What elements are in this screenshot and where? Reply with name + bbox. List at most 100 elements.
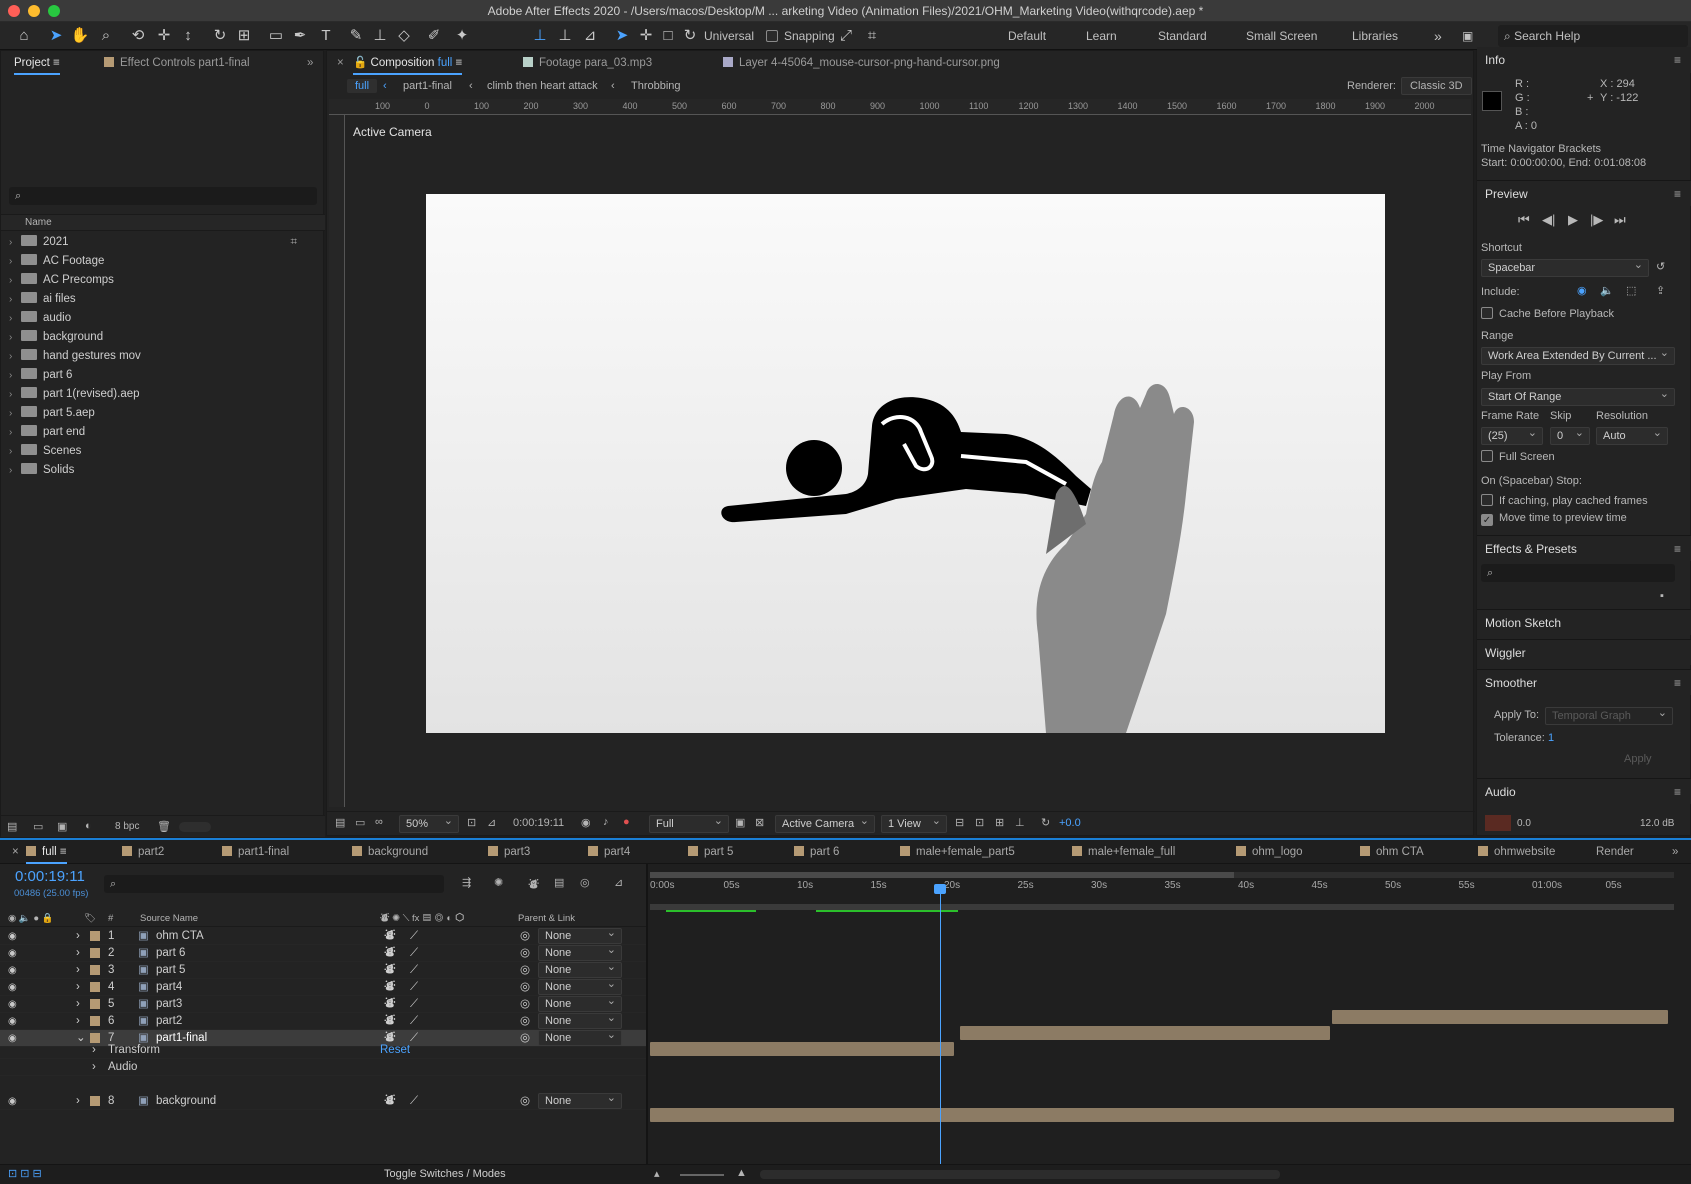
move-time-checkbox[interactable]: ✓ — [1481, 514, 1493, 526]
frame-blending-icon[interactable]: ▤ — [554, 876, 564, 889]
tab-ohm-cta[interactable]: ohm CTA — [1360, 840, 1424, 864]
expand-chevron-icon[interactable]: › — [76, 945, 80, 962]
new-composition-icon[interactable]: ▣ — [57, 820, 67, 833]
apply-to-select[interactable]: Temporal Graph — [1545, 705, 1673, 725]
pick-whip-icon[interactable]: ◎ — [520, 996, 530, 1013]
collapse-switch-icon[interactable]: ⟋ — [410, 928, 418, 945]
zoom-out-icon[interactable]: ▴ — [654, 1167, 660, 1180]
reset-shortcut-icon[interactable]: ↺ — [1656, 260, 1665, 273]
exposure-value[interactable]: +0.0 — [1059, 817, 1081, 829]
playhead-handle-icon[interactable] — [934, 884, 946, 894]
region-of-interest-icon[interactable]: ▣ — [735, 816, 745, 829]
world-axis-icon[interactable]: ⊥ — [555, 26, 575, 46]
effects-presets-header[interactable]: Effects & Presets ≡ — [1477, 535, 1691, 561]
always-preview-icon[interactable]: ▤ — [335, 816, 345, 829]
expand-chevron-icon[interactable]: › — [9, 328, 12, 347]
workspace-standard[interactable]: Standard — [1158, 22, 1207, 50]
frame-rate-select[interactable]: (25) — [1481, 425, 1543, 445]
breadcrumb-full[interactable]: full — [347, 79, 378, 93]
parent-select[interactable]: None — [538, 977, 622, 995]
breadcrumb-throbbing[interactable]: Throbbing — [631, 80, 681, 92]
tab-part3[interactable]: part3 — [488, 840, 530, 864]
shy-switch-icon[interactable]: ⛇ — [384, 945, 396, 962]
pick-whip-icon[interactable]: ◎ — [520, 945, 530, 962]
tab-background[interactable]: background — [352, 840, 428, 864]
project-item[interactable]: › Scenes — [9, 442, 319, 461]
snap-option-icon[interactable]: ⤢ — [836, 26, 856, 46]
rectangle-tool-icon[interactable]: ▭ — [266, 26, 286, 46]
include-video-icon[interactable]: ◉ — [1577, 284, 1587, 297]
rotate-icon[interactable]: ↻ — [680, 26, 700, 46]
play-icon[interactable]: ▶ — [1568, 212, 1578, 228]
resolution-select[interactable]: Full — [649, 813, 729, 833]
playhead[interactable] — [940, 888, 941, 1184]
tab-render[interactable]: Render — [1596, 840, 1634, 864]
pick-whip-icon[interactable]: ◎ — [520, 962, 530, 979]
panel-menu-icon[interactable]: ≡ — [53, 57, 60, 69]
workspace-small-screen[interactable]: Small Screen — [1246, 22, 1317, 50]
expand-chevron-icon[interactable]: › — [9, 252, 12, 271]
safe-zones-icon[interactable]: ⊿ — [487, 816, 496, 829]
av-features-icons[interactable]: ◉ 🔈 ● 🔒 — [8, 910, 54, 927]
timeline-search-input[interactable]: ⌕ — [104, 875, 444, 893]
interpret-footage-icon[interactable]: ▤ — [7, 820, 17, 833]
pan-camera-icon[interactable]: ✛ — [154, 26, 174, 46]
project-settings-icon[interactable]: ◐ — [85, 820, 92, 832]
time-navigator-range-bar[interactable] — [650, 872, 1234, 878]
expand-chevron-icon[interactable]: › — [9, 404, 12, 423]
new-preset-icon[interactable]: ▪ — [1660, 590, 1664, 602]
project-item[interactable]: › ai files — [9, 290, 319, 309]
layer-name[interactable]: part 6 — [156, 945, 185, 962]
shy-switch-icon[interactable]: ⛇ — [384, 979, 396, 996]
label-color-swatch[interactable] — [90, 982, 100, 992]
skip-select[interactable]: 0 — [1550, 425, 1590, 445]
expand-chevron-icon[interactable]: › — [9, 271, 12, 290]
last-frame-icon[interactable]: ⏭ — [1614, 212, 1626, 228]
expand-chevron-icon[interactable]: › — [92, 1059, 96, 1076]
project-item[interactable]: › AC Footage — [9, 252, 319, 271]
expand-chevron-icon[interactable]: › — [9, 233, 12, 252]
expand-chevron-icon[interactable]: › — [9, 385, 12, 404]
layer-row[interactable]: ◉ › 4 ▣ part4 ⛇ ⟋ ◎ None — [0, 977, 646, 996]
eye-icon[interactable]: ◉ — [8, 928, 17, 945]
type-tool-icon[interactable]: T — [316, 26, 336, 46]
roto-brush-icon[interactable]: ✐ — [424, 26, 444, 46]
new-folder-icon[interactable]: ▭ — [33, 820, 43, 833]
smoother-panel-header[interactable]: Smoother ≡ — [1477, 669, 1691, 695]
delete-icon[interactable]: 🗑 — [157, 820, 171, 833]
tab-part2[interactable]: part2 — [122, 840, 164, 864]
snapping-checkbox[interactable] — [766, 30, 778, 42]
panel-menu-icon[interactable]: ≡ — [1674, 536, 1681, 562]
lock-icon[interactable]: 🔓 — [353, 57, 367, 69]
zoom-window-button[interactable] — [48, 5, 60, 17]
tab-male-female-full[interactable]: male+female_full — [1072, 840, 1175, 864]
pen-tool-icon[interactable]: ✒ — [290, 26, 310, 46]
monitor-icon[interactable]: ▭ — [355, 816, 365, 829]
tab-layer[interactable]: Layer 4-45064_mouse-cursor-png-hand-curs… — [723, 51, 1000, 75]
collapse-switch-icon[interactable]: ⟋ — [410, 979, 418, 996]
collapse-switch-icon[interactable]: ⟋ — [410, 962, 418, 979]
layer-name[interactable]: part3 — [156, 996, 182, 1013]
column-source-name[interactable]: Source Name — [140, 910, 198, 927]
layer-name[interactable]: part 5 — [156, 962, 185, 979]
label-color-swatch[interactable] — [90, 948, 100, 958]
layer-bar-background[interactable] — [650, 1108, 1674, 1122]
tab-full[interactable]: full ≡ — [26, 840, 67, 864]
info-panel-header[interactable]: Info ≡ — [1477, 47, 1691, 73]
fit-icon[interactable]: ⊡ — [467, 816, 476, 829]
label-color-swatch[interactable] — [90, 965, 100, 975]
dolly-camera-icon[interactable]: ↕ — [178, 26, 198, 46]
close-window-button[interactable] — [8, 5, 20, 17]
expand-chevron-icon[interactable]: › — [76, 1013, 80, 1030]
expand-chevron-icon[interactable]: › — [76, 928, 80, 945]
effects-search-input[interactable]: ⌕ — [1481, 564, 1675, 582]
more-tabs-icon[interactable]: » — [307, 51, 313, 75]
thumbnail-slider[interactable] — [179, 822, 211, 832]
fast-previews-icon[interactable]: ⊡ — [975, 816, 984, 829]
tab-ohmwebsite[interactable]: ohmwebsite — [1478, 840, 1555, 864]
zoom-in-icon[interactable]: ▲ — [736, 1167, 747, 1179]
panel-menu-icon[interactable]: ≡ — [1674, 670, 1681, 696]
current-time-display[interactable]: 0:00:19:11 — [513, 817, 564, 829]
tab-part-5[interactable]: part 5 — [688, 840, 733, 864]
project-item[interactable]: › background — [9, 328, 319, 347]
